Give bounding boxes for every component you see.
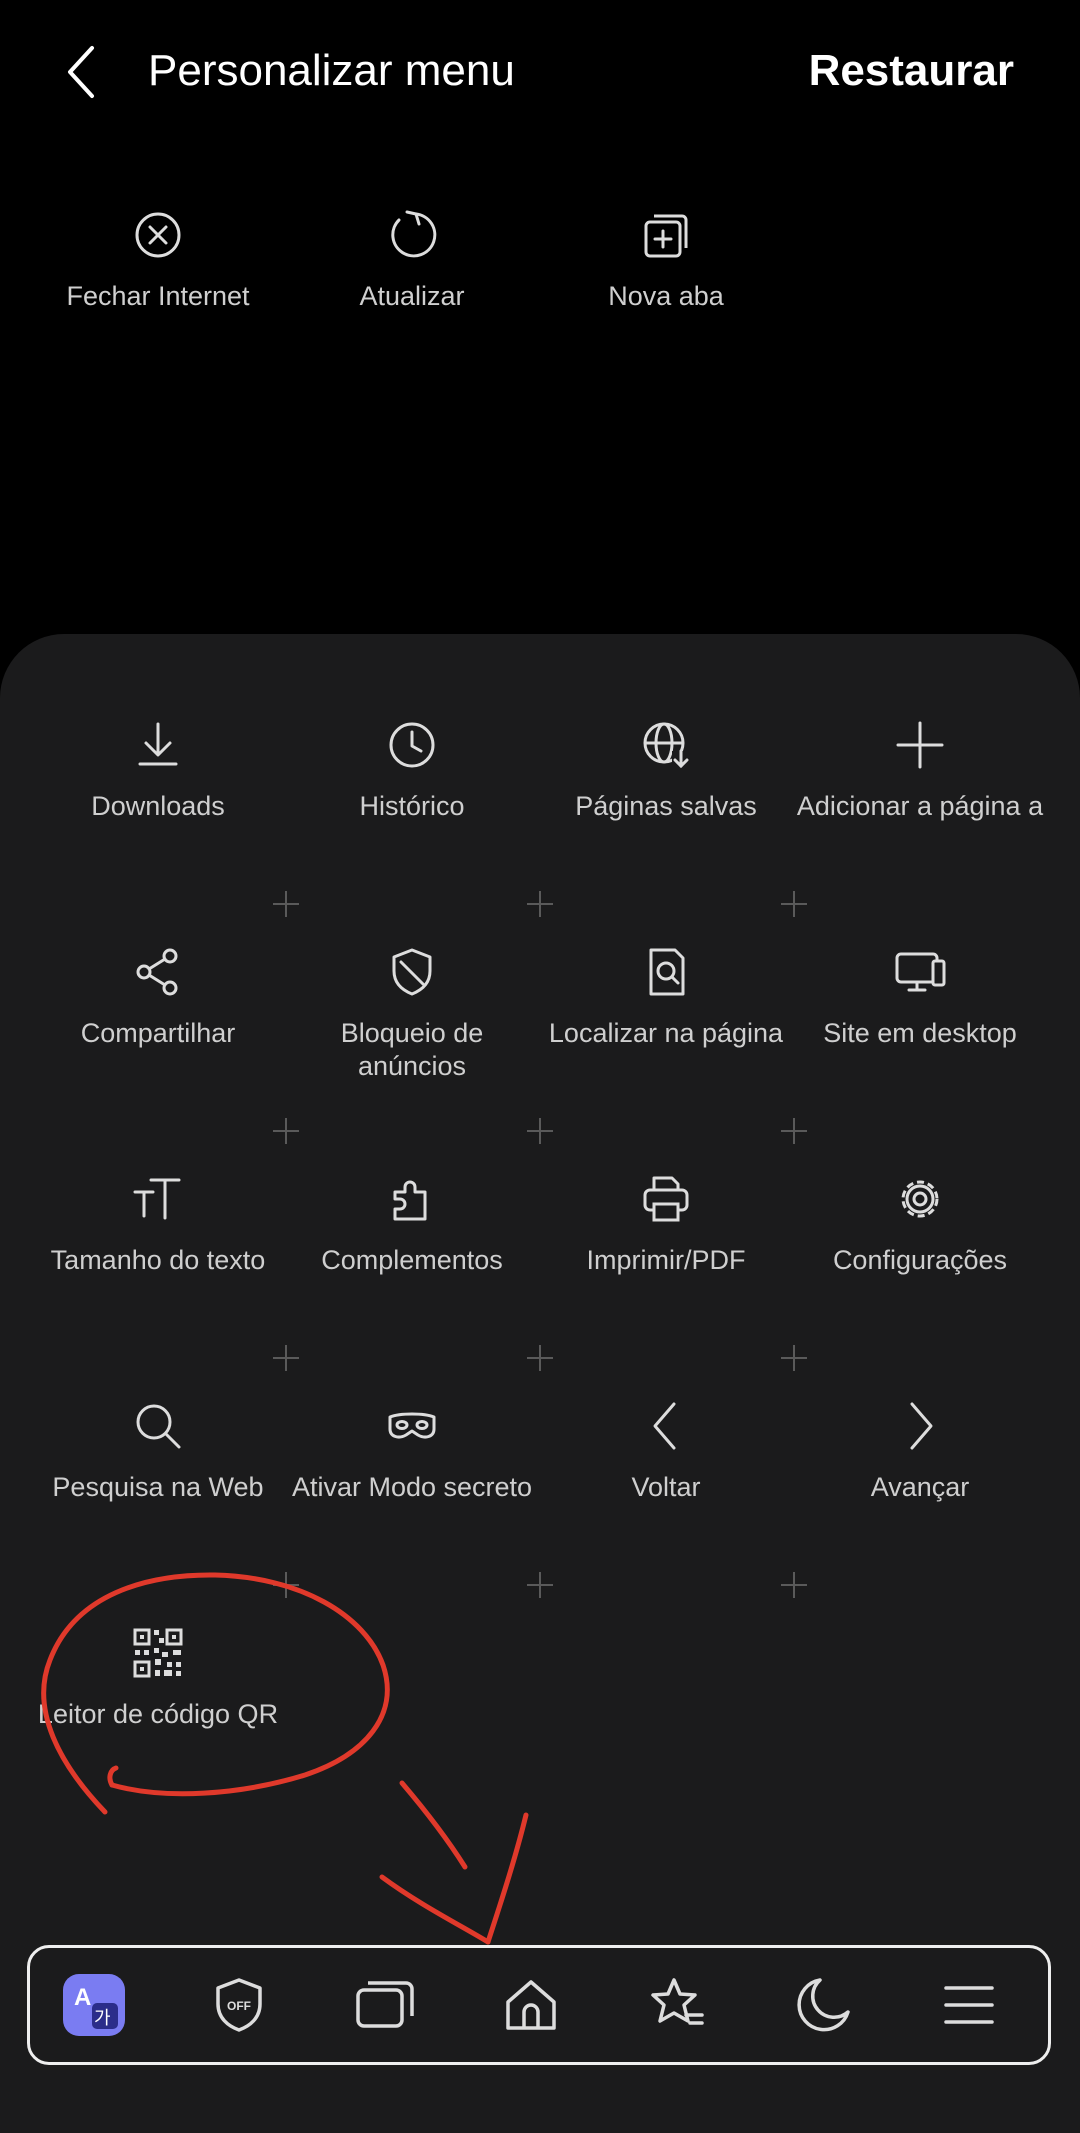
plus-icon xyxy=(896,721,944,769)
insert-position-marker[interactable] xyxy=(527,1345,553,1371)
back-button[interactable] xyxy=(58,42,108,102)
menu-item-new-tab[interactable]: Nova aba xyxy=(539,208,793,313)
available-item-downloads[interactable]: Downloads xyxy=(31,718,285,823)
restore-button[interactable]: Restaurar xyxy=(809,46,1014,96)
close-circle-icon xyxy=(135,212,181,258)
available-item-label: Complementos xyxy=(321,1245,503,1275)
available-item-label: Configurações xyxy=(832,1245,1008,1275)
available-item-text-size[interactable]: Tamanho do texto xyxy=(31,1172,285,1277)
insert-position-marker[interactable] xyxy=(527,1118,553,1144)
available-item-share[interactable]: Compartilhar xyxy=(31,945,285,1050)
available-item-label: Adicionar a página a xyxy=(796,791,1044,821)
translate-button[interactable]: A 가 xyxy=(61,1972,127,2038)
home-icon xyxy=(506,1980,556,2030)
insert-position-marker[interactable] xyxy=(527,1572,553,1598)
available-item-label: Compartilhar xyxy=(80,1018,236,1048)
menu-icon xyxy=(944,1986,994,2024)
available-item-qr-reader[interactable]: Leitor de código QR xyxy=(31,1626,285,1731)
insert-position-marker[interactable] xyxy=(273,1118,299,1144)
insert-position-marker[interactable] xyxy=(781,1345,807,1371)
desktop-icon xyxy=(895,952,946,992)
available-item-label: Pesquisa na Web xyxy=(52,1472,264,1502)
available-item-label: Ativar Modo secreto xyxy=(291,1472,533,1502)
translate-hangul-glyph: 가 xyxy=(94,2008,111,2029)
available-item-settings[interactable]: Configurações xyxy=(793,1172,1047,1277)
night-mode-button[interactable] xyxy=(790,1972,856,2038)
mask-icon xyxy=(388,1412,436,1439)
available-item-label: Downloads xyxy=(91,791,225,821)
insert-position-marker[interactable] xyxy=(527,891,553,917)
available-item-desktop-site[interactable]: Site em desktop xyxy=(793,945,1047,1050)
available-item-forward[interactable]: Avançar xyxy=(793,1399,1047,1504)
insert-position-marker[interactable] xyxy=(273,1345,299,1371)
app-header: Personalizar menu Restaurar xyxy=(0,0,1080,150)
text-size-icon xyxy=(133,1178,181,1220)
available-item-back[interactable]: Voltar xyxy=(539,1399,793,1504)
menu-button[interactable] xyxy=(936,1972,1002,2038)
search-icon xyxy=(136,1404,181,1449)
find-in-page-icon xyxy=(649,948,685,996)
menu-item-refresh[interactable]: Atualizar xyxy=(285,208,539,313)
insert-position-marker[interactable] xyxy=(273,891,299,917)
available-item-ad-block[interactable]: Bloqueio de anúncios xyxy=(285,945,539,1083)
insert-position-marker[interactable] xyxy=(781,1572,807,1598)
available-item-label: Localizar na página xyxy=(548,1018,784,1048)
bottom-toolbar: A 가 OFF xyxy=(27,1945,1051,2065)
available-item-label: Tamanho do texto xyxy=(50,1245,266,1275)
ad-block-off-button[interactable]: OFF xyxy=(206,1972,272,2038)
puzzle-icon xyxy=(393,1180,427,1221)
available-item-saved-pages[interactable]: Páginas salvas xyxy=(539,718,793,823)
refresh-icon xyxy=(391,210,437,258)
available-item-label: Avançar xyxy=(870,1472,970,1502)
gear-icon xyxy=(901,1180,939,1218)
chevron-left-icon xyxy=(653,1402,676,1450)
bookmarks-button[interactable] xyxy=(644,1972,710,2038)
printer-icon xyxy=(643,1176,689,1222)
available-item-add-page[interactable]: Adicionar a página a xyxy=(793,718,1047,823)
available-item-label: Site em desktop xyxy=(823,1018,1017,1048)
chevron-left-icon xyxy=(68,46,94,98)
available-item-label: Imprimir/PDF xyxy=(586,1245,746,1275)
available-item-label: Histórico xyxy=(359,791,465,821)
shield-icon xyxy=(392,948,432,996)
available-item-label: Voltar xyxy=(631,1472,701,1502)
available-item-label: Páginas salvas xyxy=(575,791,757,821)
available-item-label: Bloqueio de anúncios xyxy=(340,1018,484,1081)
insert-position-marker[interactable] xyxy=(781,1118,807,1144)
home-button[interactable] xyxy=(498,1972,564,2038)
available-item-print[interactable]: Imprimir/PDF xyxy=(539,1172,793,1277)
bookmarks-icon xyxy=(651,1978,704,2025)
saved-pages-icon xyxy=(643,722,690,769)
ad-block-status-text: OFF xyxy=(227,1999,251,2013)
translate-latin-glyph: A xyxy=(74,1984,91,2011)
available-item-find-in-page[interactable]: Localizar na página xyxy=(539,945,793,1050)
available-item-web-search[interactable]: Pesquisa na Web xyxy=(31,1399,285,1504)
insert-position-marker[interactable] xyxy=(781,891,807,917)
qr-code-icon xyxy=(133,1628,183,1678)
new-tab-icon xyxy=(644,214,688,258)
menu-item-label: Fechar Internet xyxy=(66,281,250,311)
chevron-right-icon xyxy=(910,1402,933,1450)
menu-item-label: Atualizar xyxy=(359,281,465,311)
page-title: Personalizar menu xyxy=(148,46,515,95)
available-item-extensions[interactable]: Complementos xyxy=(285,1172,539,1277)
ad-block-off-icon: OFF xyxy=(216,1978,262,2032)
clock-icon xyxy=(389,722,435,768)
tabs-button[interactable] xyxy=(352,1972,418,2038)
translate-icon: A 가 xyxy=(63,1974,125,2036)
available-item-secret-mode[interactable]: Ativar Modo secreto xyxy=(285,1399,539,1504)
menu-item-close-internet[interactable]: Fechar Internet xyxy=(31,208,285,313)
available-item-history[interactable]: Histórico xyxy=(285,718,539,823)
night-mode-icon xyxy=(797,1978,850,2032)
tabs-icon xyxy=(356,1981,414,2028)
insert-position-marker[interactable] xyxy=(273,1572,299,1598)
menu-item-label: Nova aba xyxy=(608,281,724,311)
share-icon xyxy=(136,948,178,996)
available-item-label: Leitor de código QR xyxy=(37,1699,279,1729)
available-items-panel xyxy=(0,634,1080,2133)
download-icon xyxy=(138,722,178,766)
